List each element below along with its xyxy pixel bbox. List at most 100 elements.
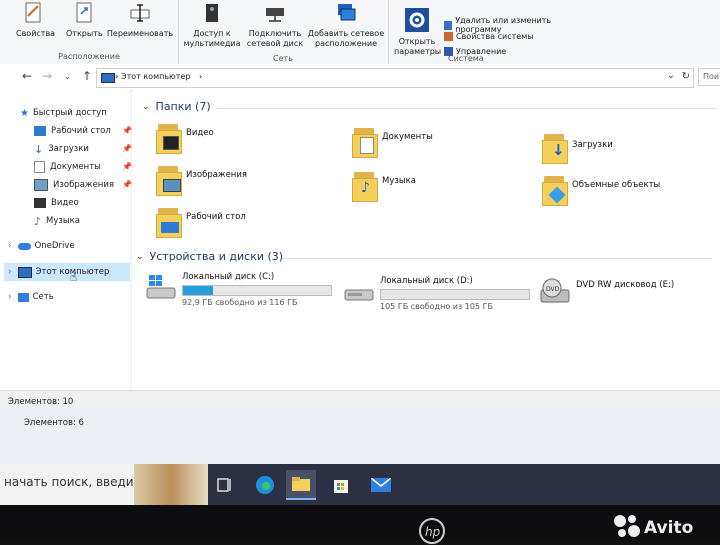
video-overlay-icon bbox=[163, 136, 179, 150]
star-icon: ★ bbox=[20, 107, 29, 119]
forward-arrow-icon[interactable]: → bbox=[42, 69, 52, 83]
media-access-line2: мультимедиа bbox=[183, 39, 241, 48]
add-network-location-button[interactable]: Добавить сетевое расположение bbox=[306, 2, 386, 49]
folder-downloads-label: Загрузки bbox=[572, 140, 613, 150]
nav-quick-access-label: Быстрый доступ bbox=[32, 108, 107, 118]
folder-desktop-label: Рабочий стол bbox=[186, 212, 246, 222]
devices-header-label: Устройства и диски (3) bbox=[149, 250, 284, 263]
folder-3d-objects-label: Объемные объекты bbox=[572, 180, 661, 190]
open-icon bbox=[76, 2, 92, 23]
folder-videos-label: Видео bbox=[186, 128, 214, 138]
folder-icon bbox=[156, 208, 182, 238]
rename-icon bbox=[130, 4, 150, 22]
svg-text:hp: hp bbox=[425, 525, 441, 539]
nav-quick-access[interactable]: ★ Быстрый доступ bbox=[20, 104, 107, 122]
rename-button[interactable]: Переименовать bbox=[106, 2, 174, 39]
media-access-button[interactable]: Доступ к мультимедиа bbox=[180, 2, 244, 49]
folder-icon bbox=[542, 176, 568, 206]
expand-chevron-icon[interactable]: › bbox=[8, 267, 12, 277]
task-view-icon[interactable] bbox=[210, 470, 240, 500]
system-properties-item[interactable]: Свойства системы bbox=[444, 32, 534, 41]
nav-downloads-label: Загрузки bbox=[48, 144, 89, 154]
svg-text:DVD: DVD bbox=[546, 286, 560, 293]
folder-desktop[interactable]: Рабочий стол bbox=[156, 208, 246, 238]
properties-button[interactable]: Свойства bbox=[16, 2, 55, 39]
music-note-icon: ♪ bbox=[34, 214, 42, 228]
recent-chevron-icon[interactable]: ⌄ bbox=[64, 72, 71, 81]
breadcrumb-this-pc[interactable]: Этот компьютер bbox=[121, 72, 190, 81]
mouse-cursor-icon: ☝ bbox=[70, 270, 78, 284]
drive-e[interactable]: DVD DVD RW дисковод (E:) bbox=[540, 276, 674, 306]
desktop-overlay-icon bbox=[161, 222, 179, 233]
pictures-icon bbox=[34, 179, 48, 191]
ribbon-group-system-label: Система bbox=[448, 54, 484, 63]
drive-c[interactable]: Локальный диск (C:) 92,9 ГБ свободно из … bbox=[146, 272, 332, 307]
avito-watermark-logo: Avito bbox=[614, 515, 693, 538]
drive-d-free-space: 105 ГБ свободно из 105 ГБ bbox=[380, 302, 493, 311]
edge-browser-icon[interactable] bbox=[250, 470, 280, 500]
open-button[interactable]: Открыть bbox=[66, 2, 103, 39]
svg-text:Avito: Avito bbox=[644, 518, 693, 538]
nav-this-pc[interactable]: › Этот компьютер bbox=[4, 263, 130, 281]
folder-3d-objects[interactable]: Объемные объекты bbox=[542, 176, 660, 206]
pin-icon: 📌 bbox=[122, 180, 132, 189]
drive-d-usage-bar bbox=[380, 289, 530, 300]
folders-header-label: Папки (7) bbox=[155, 100, 211, 113]
mail-icon[interactable] bbox=[366, 470, 396, 500]
ribbon: Свойства Открыть Переименовать Расположе… bbox=[0, 0, 720, 65]
folder-icon bbox=[352, 128, 378, 158]
expand-chevron-icon[interactable]: › bbox=[8, 241, 12, 251]
dvd-drive-icon: DVD bbox=[540, 278, 570, 303]
nav-onedrive-label: OneDrive bbox=[34, 241, 75, 251]
back-arrow-icon[interactable]: ← bbox=[22, 69, 32, 83]
expand-chevron-icon[interactable]: › bbox=[8, 292, 12, 302]
search-input[interactable]: Пои bbox=[698, 68, 720, 86]
store-icon[interactable] bbox=[326, 470, 356, 500]
open-settings-line1: Открыть bbox=[398, 37, 436, 46]
nav-pictures-label: Изображения bbox=[53, 180, 115, 190]
background-window: Элементов: 6 bbox=[0, 408, 720, 464]
nav-network-label: Сеть bbox=[32, 292, 54, 302]
drive-c-usage-fill bbox=[183, 286, 213, 295]
open-settings-button[interactable]: Открыть параметры bbox=[394, 8, 441, 57]
nav-item-desktop[interactable]: Рабочий стол bbox=[34, 122, 111, 140]
folder-music[interactable]: ♪ Музыка bbox=[352, 172, 416, 202]
folder-documents[interactable]: Документы bbox=[352, 128, 433, 158]
folder-videos[interactable]: Видео bbox=[156, 124, 214, 154]
address-dropdown-icon[interactable]: ⌄ bbox=[667, 70, 675, 81]
system-properties-label: Свойства системы bbox=[456, 32, 534, 41]
folder-icon: ♪ bbox=[352, 172, 378, 202]
taskbar-search-box[interactable]: начать поиск, введите bbox=[0, 464, 208, 505]
search-highlight-image bbox=[134, 464, 208, 505]
nav-onedrive[interactable]: › OneDrive bbox=[8, 237, 75, 255]
nav-item-downloads[interactable]: ↓ Загрузки bbox=[34, 140, 89, 158]
folder-icon bbox=[156, 166, 182, 196]
taskbar: начать поиск, введите bbox=[0, 464, 720, 505]
address-field[interactable]: › Этот компьютер › ⌄ ↻ bbox=[96, 68, 694, 88]
nav-music-label: Музыка bbox=[46, 216, 80, 226]
add-location-line1: Добавить сетевое bbox=[307, 29, 385, 38]
drive-d[interactable]: Локальный диск (D:) 105 ГБ свободно из 1… bbox=[344, 276, 530, 311]
nav-item-music[interactable]: ♪ Музыка bbox=[34, 212, 80, 230]
cube-icon bbox=[548, 186, 566, 204]
media-access-line1: Доступ к bbox=[193, 29, 231, 38]
folder-downloads[interactable]: ↓ Загрузки bbox=[542, 134, 613, 164]
map-drive-button[interactable]: Подключить сетевой диск bbox=[242, 2, 308, 49]
nav-network[interactable]: › Сеть bbox=[8, 288, 54, 306]
taskbar-search-text: начать поиск, введите bbox=[4, 475, 148, 489]
nav-item-documents[interactable]: Документы bbox=[34, 158, 101, 176]
folders-section-header[interactable]: ⌄ Папки (7) bbox=[142, 100, 211, 113]
folder-pictures[interactable]: Изображения bbox=[156, 166, 247, 196]
drive-e-name: DVD RW дисковод (E:) bbox=[576, 280, 675, 290]
up-arrow-icon[interactable]: ↑ bbox=[82, 69, 92, 83]
devices-section-header[interactable]: ⌄ Устройства и диски (3) bbox=[136, 250, 283, 263]
refresh-icon[interactable]: ↻ bbox=[682, 71, 690, 82]
path-separator-end-icon: › bbox=[199, 72, 203, 81]
folder-icon: ↓ bbox=[542, 134, 568, 164]
address-bar-row: ← → ⌄ ↑ › Этот компьютер › ⌄ ↻ Пои bbox=[0, 64, 720, 91]
nav-item-pictures[interactable]: Изображения bbox=[34, 176, 114, 194]
nav-documents-label: Документы bbox=[50, 162, 101, 172]
nav-item-videos[interactable]: Видео bbox=[34, 194, 79, 212]
video-icon bbox=[34, 198, 46, 208]
file-explorer-taskbar-icon[interactable] bbox=[286, 470, 316, 500]
